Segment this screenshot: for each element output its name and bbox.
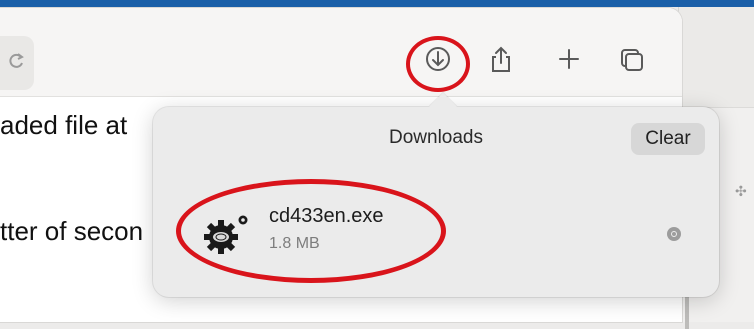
tab-overview-icon[interactable] [614,42,648,76]
annotation-circle-downloads [406,36,470,92]
annotation-circle-download-item [176,179,446,283]
window-top-edge [0,0,754,7]
dropbox-icon: ✣ [735,183,747,199]
reload-icon[interactable] [6,50,28,72]
page-text-line-2: tter of secon [0,216,144,246]
share-icon[interactable] [484,42,518,76]
reveal-in-finder-icon[interactable] [667,227,681,241]
downloads-popover: Downloads Clear cd433en.exe 1.8 MB [153,92,719,297]
page-text-line-1: aded file at [0,110,128,140]
new-tab-icon[interactable] [552,42,586,76]
address-bar[interactable] [0,36,34,90]
browser-toolbar [0,8,682,97]
clear-button[interactable]: Clear [631,123,705,155]
background-scrollbar [685,297,689,329]
background-window-toolbar [679,7,754,108]
